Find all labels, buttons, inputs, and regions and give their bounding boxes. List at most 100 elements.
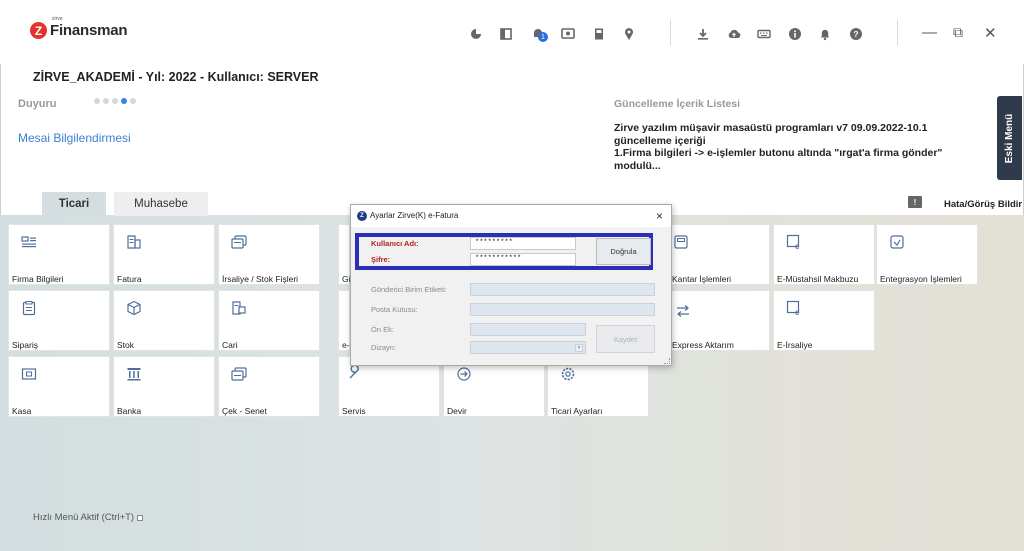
waybill-icon <box>231 234 247 250</box>
tile-label: Devir <box>447 406 467 416</box>
location-icon[interactable] <box>622 27 636 41</box>
tile-stok[interactable]: Stok <box>113 290 215 351</box>
pager-dot[interactable] <box>112 98 118 104</box>
info-icon[interactable] <box>788 27 802 41</box>
password-label: Şifre: <box>371 255 391 264</box>
pager-dot[interactable] <box>130 98 136 104</box>
account-icon <box>231 300 247 316</box>
announcement-link[interactable]: Mesai Bilgilendirmesi <box>18 131 131 145</box>
prefix-label: Ön Ek: <box>371 325 394 334</box>
tile-label: Kantar İşlemleri <box>672 274 732 284</box>
tile-partial-gi[interactable]: Gi <box>338 224 351 285</box>
tile-banka[interactable]: Banka <box>113 356 215 417</box>
mailbox-label: Posta Kutusu: <box>371 305 418 314</box>
username-label: Kullanıcı Adı: <box>371 239 419 248</box>
announcement-label: Duyuru <box>18 98 57 110</box>
tile-siparis[interactable]: Sipariş <box>8 290 110 351</box>
pager-dot[interactable] <box>94 98 100 104</box>
update-list-title: Güncelleme İçerik Listesi <box>614 98 741 110</box>
tile-irsaliye[interactable]: İrsaliye / Stok Fişleri <box>218 224 320 285</box>
settings-icon <box>560 366 576 382</box>
e-waybill-icon: e <box>786 300 802 317</box>
order-icon <box>21 300 37 316</box>
bell-icon[interactable] <box>818 27 832 41</box>
template-label: Dizayn: <box>371 343 397 352</box>
tab-ticari[interactable]: Ticari <box>42 192 106 216</box>
sender-label: Gönderici Birim Etiketi: <box>371 285 447 294</box>
app-logo: Z zirve Finansman <box>30 16 128 39</box>
notifications-badge-icon[interactable]: 1 <box>531 27 548 42</box>
quick-menu-label: Hızlı Menü Aktif (Ctrl+T) <box>33 512 135 523</box>
app-icon: Z <box>357 211 367 221</box>
tile-label: E-Müstahsil Makbuzu <box>777 274 859 284</box>
feedback-button[interactable]: ! Hata/Görüş Bildir <box>908 196 1022 210</box>
badge-count: 1 <box>538 32 548 42</box>
tile-entegrasyon[interactable]: Entegrasyon İşlemleri <box>876 224 978 285</box>
resize-grip[interactable] <box>664 358 670 364</box>
quick-menu-toggle[interactable]: Hızlı Menü Aktif (Ctrl+T) <box>33 512 144 523</box>
top-bar: Z zirve Finansman 1 ? — ⧉ ✕ <box>0 0 1024 64</box>
tile-label: Ticari Ayarları <box>551 406 603 416</box>
logo-text: Finansman <box>50 22 128 39</box>
tile-label: e- <box>342 340 350 350</box>
mailbox-field[interactable] <box>470 303 655 316</box>
old-menu-button[interactable]: Eski Menü <box>997 96 1022 180</box>
tile-cek-senet[interactable]: Çek - Senet <box>218 356 320 417</box>
box-icon <box>126 300 142 316</box>
dialog-titlebar[interactable]: Z Ayarlar Zirve(K) e-Fatura × <box>351 205 671 227</box>
tile-kasa[interactable]: Kasa <box>8 356 110 417</box>
rollover-icon <box>456 366 472 382</box>
integration-icon <box>889 234 905 250</box>
tile-firma-bilgileri[interactable]: Firma Bilgileri <box>8 224 110 285</box>
save-button[interactable]: Kaydet <box>596 325 655 353</box>
cloud-upload-icon[interactable] <box>727 27 741 41</box>
tile-label: E-İrsaliye <box>777 340 813 350</box>
tile-label: Sipariş <box>12 340 38 350</box>
template-select[interactable]: ▼ <box>470 341 586 354</box>
download-icon[interactable] <box>696 27 710 41</box>
tile-label: Kasa <box>12 406 32 416</box>
svg-text:e: e <box>795 308 800 316</box>
tile-partial-e[interactable]: e- <box>338 290 350 351</box>
help-icon[interactable]: ? <box>849 27 863 41</box>
prefix-field[interactable] <box>470 323 586 336</box>
feedback-icon: ! <box>908 196 922 208</box>
tile-kantar[interactable]: Kantar İşlemleri <box>668 224 770 285</box>
e-receipt-icon: e <box>786 234 802 251</box>
close-button[interactable]: ✕ <box>984 24 997 42</box>
svg-text:e: e <box>795 242 800 250</box>
tile-label: İrsaliye / Stok Fişleri <box>222 274 299 284</box>
password-field[interactable]: *********** <box>470 253 576 266</box>
cash-icon <box>21 366 37 382</box>
pager-dot-active[interactable] <box>121 98 127 104</box>
transfer-icon <box>675 303 691 319</box>
verify-button[interactable]: Doğrula <box>596 238 651 265</box>
bank-icon <box>126 366 142 382</box>
logo-mark: Z <box>30 22 47 39</box>
tile-label: Entegrasyon İşlemleri <box>880 274 962 284</box>
screen-icon[interactable] <box>561 27 575 41</box>
chart-pie-icon[interactable] <box>469 27 483 41</box>
panel-icon[interactable] <box>499 27 513 41</box>
pager-dot[interactable] <box>103 98 109 104</box>
tile-label: Firma Bilgileri <box>12 274 64 284</box>
sender-field[interactable] <box>470 283 655 296</box>
dialog-close-button[interactable]: × <box>656 209 663 223</box>
tab-muhasebe[interactable]: Muhasebe <box>114 192 208 216</box>
tile-label: Banka <box>117 406 142 416</box>
username-field[interactable]: ********* <box>470 237 576 250</box>
restore-button[interactable]: ⧉ <box>953 24 963 41</box>
tile-express-aktarim[interactable]: Express Aktarım <box>668 290 770 351</box>
minimize-button[interactable]: — <box>922 24 937 41</box>
toolbar-separator <box>670 20 671 46</box>
quick-menu-checkbox[interactable] <box>137 514 144 521</box>
announcement-pager[interactable] <box>94 98 136 104</box>
tile-fatura[interactable]: Fatura <box>113 224 215 285</box>
keyboard-icon[interactable] <box>757 27 771 41</box>
tile-e-irsaliye[interactable]: e E-İrsaliye <box>773 290 875 351</box>
tile-cari[interactable]: Cari <box>218 290 320 351</box>
tile-label: Cari <box>222 340 238 350</box>
update-list-text[interactable]: Zirve yazılım müşavir masaüstü programla… <box>614 122 984 172</box>
book-icon[interactable] <box>592 27 606 41</box>
tile-e-mustahsil[interactable]: e E-Müstahsil Makbuzu <box>773 224 875 285</box>
